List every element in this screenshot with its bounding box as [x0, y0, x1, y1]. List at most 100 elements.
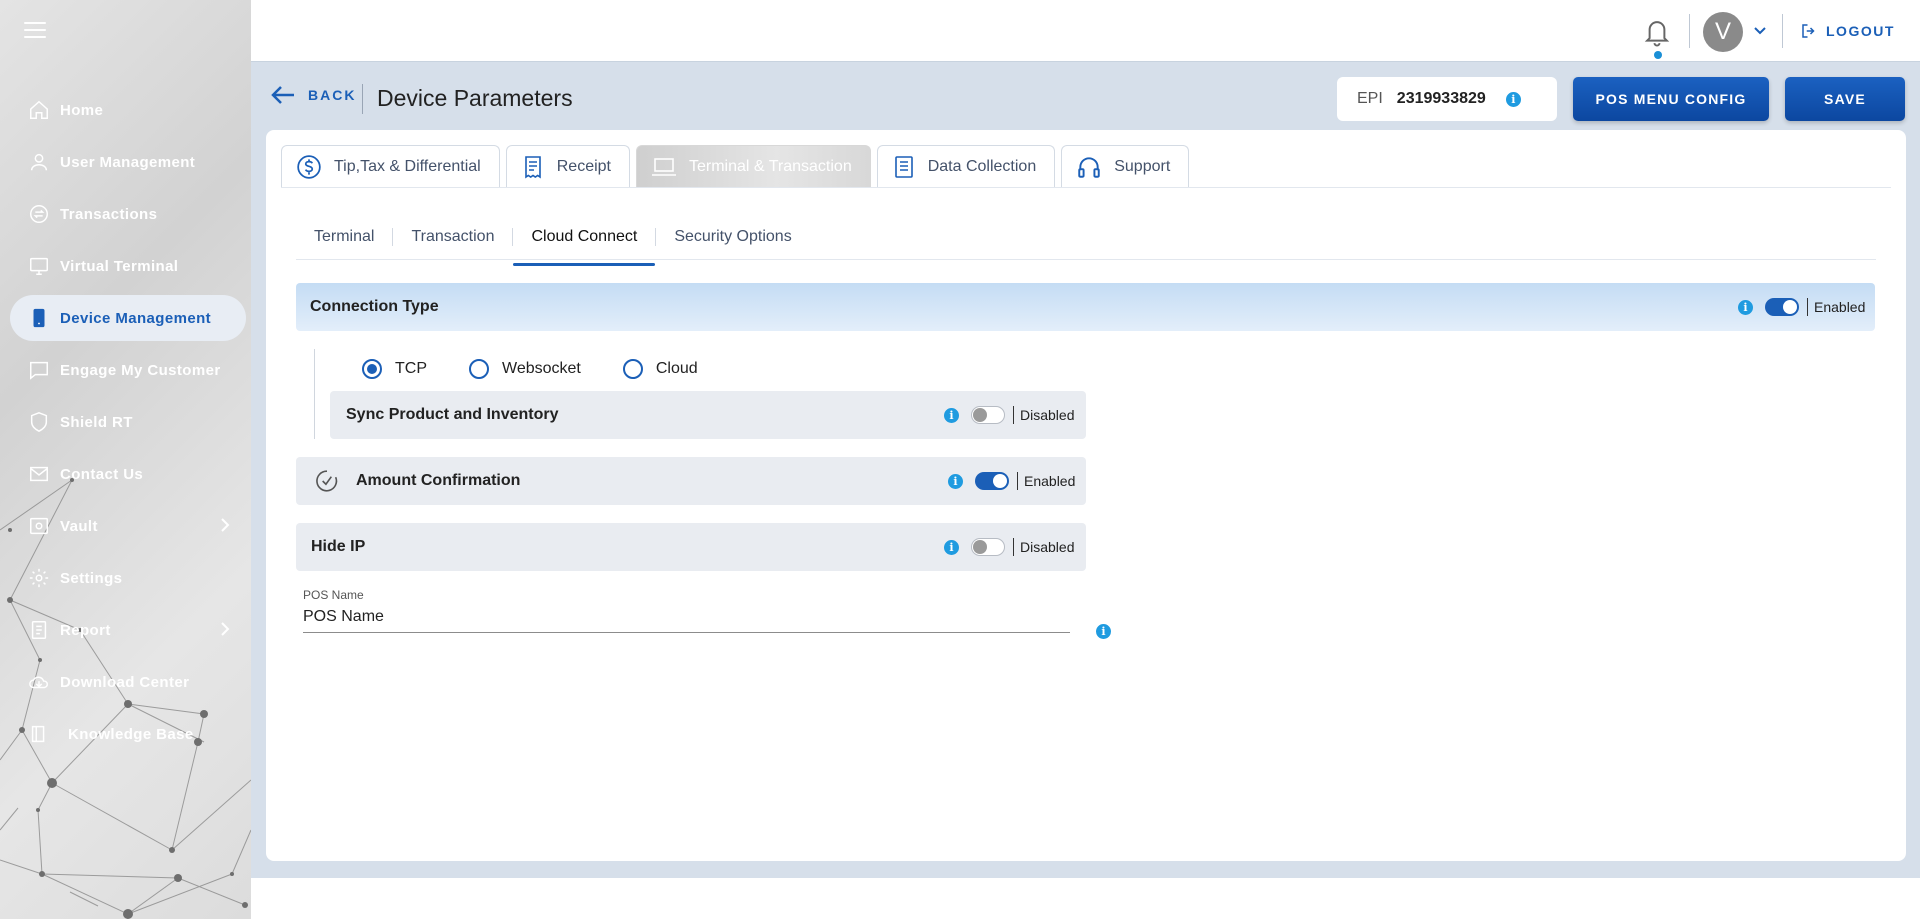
- sidebar-item-label: Knowledge Base: [68, 725, 194, 743]
- sidebar-item-label: Download Center: [60, 673, 190, 691]
- sidebar-item-knowledge-base[interactable]: Knowledge Base: [10, 711, 246, 757]
- info-icon[interactable]: i: [1738, 299, 1753, 315]
- sidebar-item-label: Virtual Terminal: [60, 257, 179, 275]
- radio-label: TCP: [395, 360, 427, 377]
- sync-product-toggle-group: i Disabled: [944, 406, 1074, 424]
- avatar[interactable]: V: [1703, 12, 1743, 52]
- user-icon: [26, 149, 52, 175]
- pos-name-label: POS Name: [303, 588, 364, 602]
- tab-receipt[interactable]: Receipt: [505, 145, 630, 187]
- tree-line: [314, 349, 315, 439]
- info-icon[interactable]: i: [1096, 624, 1111, 639]
- chevron-right-icon[interactable]: [218, 516, 232, 538]
- connection-type-header: Connection Type: [296, 283, 1875, 331]
- tab-terminal-transaction[interactable]: Terminal & Transaction: [635, 145, 871, 187]
- sidebar-item-label: User Management: [60, 153, 196, 171]
- subtab-transaction[interactable]: Transaction: [393, 222, 512, 252]
- footer-strip: [251, 878, 1920, 919]
- tab-label: Data Collection: [927, 157, 1037, 175]
- sidebar-item-download-center[interactable]: Download Center: [10, 659, 246, 705]
- check-circle-icon: [316, 470, 338, 492]
- gear-icon: [26, 565, 52, 591]
- chevron-down-icon[interactable]: [1753, 24, 1767, 43]
- sub-tabs: Terminal Transaction Cloud Connect Secur…: [296, 222, 810, 266]
- save-label: SAVE: [1824, 91, 1866, 107]
- page-title: Device Parameters: [377, 85, 573, 111]
- arrow-left-icon: [271, 86, 294, 104]
- document-icon: [892, 154, 916, 180]
- toggle-state: Disabled: [1020, 407, 1075, 423]
- sidebar-item-settings[interactable]: Settings: [10, 555, 246, 601]
- subtab-security-options[interactable]: Security Options: [656, 222, 809, 252]
- sidebar: Home User Management Transactions Virtua…: [0, 0, 251, 919]
- logout-button[interactable]: LOGOUT: [1800, 22, 1895, 40]
- hide-ip-toggle[interactable]: [971, 538, 1005, 556]
- epi-value: 2319933829: [1396, 90, 1486, 107]
- home-icon: [26, 97, 52, 123]
- sidebar-item-engage-my-customer[interactable]: Engage My Customer: [10, 347, 246, 393]
- info-icon[interactable]: i: [1505, 91, 1521, 107]
- back-button[interactable]: BACK: [270, 84, 356, 106]
- header-divider: [1782, 14, 1783, 48]
- tab-tip-tax-differential[interactable]: Tip,Tax & Differential: [281, 145, 500, 187]
- bell-icon[interactable]: [1642, 16, 1672, 53]
- shield-icon: [26, 409, 52, 435]
- logout-icon: [1802, 24, 1815, 38]
- tab-data-collection[interactable]: Data Collection: [876, 145, 1056, 187]
- toggle-state: Disabled: [1020, 539, 1075, 555]
- sidebar-item-virtual-terminal[interactable]: Virtual Terminal: [10, 243, 246, 289]
- info-icon[interactable]: i: [944, 407, 959, 423]
- main-tabs: Tip,Tax & Differential Receipt Terminal …: [281, 145, 1195, 187]
- notification-dot: [1654, 51, 1662, 59]
- sidebar-item-label: Shield RT: [60, 413, 133, 431]
- dollar-icon: [296, 154, 322, 180]
- tab-support[interactable]: Support: [1061, 145, 1190, 187]
- subtab-cloud-connect[interactable]: Cloud Connect: [513, 222, 656, 266]
- monitor-icon: [26, 253, 52, 279]
- amount-confirmation-toggle[interactable]: [975, 472, 1009, 490]
- chevron-right-icon[interactable]: [218, 620, 232, 642]
- sidebar-item-shield-rt[interactable]: Shield RT: [10, 399, 246, 445]
- sidebar-item-device-management[interactable]: Device Management: [10, 295, 246, 341]
- sync-product-label: Sync Product and Inventory: [346, 406, 559, 423]
- mail-icon: [26, 461, 52, 487]
- chat-icon: [26, 357, 52, 383]
- device-icon: [26, 305, 52, 331]
- sidebar-item-report[interactable]: Report: [10, 607, 246, 653]
- radio-tcp[interactable]: TCP: [362, 359, 427, 379]
- connection-type-toggle[interactable]: [1765, 298, 1799, 316]
- menu-toggle-button[interactable]: [24, 22, 46, 40]
- info-icon[interactable]: i: [948, 473, 963, 489]
- radio-cloud[interactable]: Cloud: [622, 359, 698, 379]
- headset-icon: [1076, 154, 1102, 180]
- sidebar-item-vault[interactable]: Vault: [10, 503, 246, 549]
- book-icon: [26, 721, 52, 747]
- epi-label: EPI: [1357, 90, 1383, 107]
- toggle-state: Enabled: [1814, 299, 1866, 315]
- radio-websocket[interactable]: Websocket: [469, 359, 581, 379]
- info-icon[interactable]: i: [944, 539, 959, 555]
- pos-menu-config-label: POS MENU CONFIG: [1595, 91, 1747, 107]
- cloud-download-icon: [26, 669, 52, 695]
- sidebar-item-label: Transactions: [60, 205, 158, 223]
- sidebar-item-label: Vault: [60, 517, 98, 535]
- pos-name-field[interactable]: POS Name POS Name: [303, 588, 1070, 633]
- pos-menu-config-button[interactable]: POS MENU CONFIG: [1573, 77, 1769, 121]
- sidebar-item-label: Contact Us: [60, 465, 144, 483]
- title-divider: [362, 84, 363, 114]
- tabs-divider: [281, 187, 1891, 188]
- save-button[interactable]: SAVE: [1785, 77, 1905, 121]
- subtab-terminal[interactable]: Terminal: [296, 222, 392, 252]
- sidebar-item-home[interactable]: Home: [10, 87, 246, 133]
- sidebar-item-user-management[interactable]: User Management: [10, 139, 246, 185]
- terminal-icon: [651, 156, 677, 178]
- vault-icon: [26, 513, 52, 539]
- pos-name-input[interactable]: POS Name: [303, 608, 1070, 633]
- sidebar-item-transactions[interactable]: Transactions: [10, 191, 246, 237]
- sync-product-toggle[interactable]: [971, 406, 1005, 424]
- epi-display: EPI 2319933829 i: [1337, 77, 1557, 121]
- avatar-letter: V: [1714, 18, 1731, 45]
- sidebar-item-label: Report: [60, 621, 111, 639]
- sidebar-item-label: Engage My Customer: [60, 361, 221, 379]
- sidebar-item-contact-us[interactable]: Contact Us: [10, 451, 246, 497]
